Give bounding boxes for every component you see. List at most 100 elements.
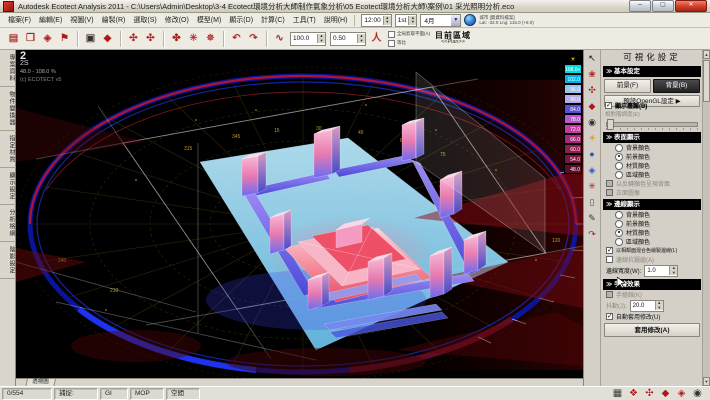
surface-material-color-radio[interactable]: [615, 162, 623, 170]
jitter-spinner[interactable]: 20.0▲▼: [630, 300, 664, 312]
month-dropdown[interactable]: 4月 ▼: [420, 14, 461, 27]
maximize-button[interactable]: ▢: [652, 0, 674, 12]
object-tools-icon[interactable]: ✳: [186, 31, 201, 46]
spin-model-icon[interactable]: ✣: [586, 84, 599, 97]
burst-effect-icon[interactable]: ✳: [586, 180, 599, 193]
panel-scrollbar[interactable]: ▲ ▼: [702, 50, 710, 386]
tab-project-info[interactable]: 專案資料: [0, 50, 16, 87]
mop-toggle[interactable]: MOP: [130, 388, 164, 400]
menu-modify[interactable]: 修改(O): [161, 14, 193, 26]
tab-display-settings[interactable]: 顯示設定: [0, 168, 16, 205]
edge-zone-color-radio[interactable]: [615, 238, 623, 246]
person-icon[interactable]: 人: [369, 31, 384, 46]
analysis-tools-icon[interactable]: ✵: [203, 31, 218, 46]
axonometric-view-icon[interactable]: ❖: [627, 387, 640, 400]
menu-file[interactable]: 檔案(F): [4, 14, 35, 26]
surface-zone-color-radio[interactable]: [615, 171, 623, 179]
edge-bg-color-radio[interactable]: [615, 211, 623, 219]
redo-icon[interactable]: ↷: [246, 31, 261, 46]
scale-spinner[interactable]: 100.0 ▲▼: [290, 32, 326, 46]
surface-bg-color-radio[interactable]: [615, 144, 623, 152]
section-basic-settings[interactable]: 基本設定: [603, 66, 701, 77]
menu-model[interactable]: 模型(M): [193, 14, 226, 26]
rotate-right-icon[interactable]: ✣: [143, 31, 158, 46]
tab-assign-materials[interactable]: 指定材質: [0, 131, 16, 168]
background-button[interactable]: 背景(B): [653, 79, 700, 93]
escape-tool-icon[interactable]: ∿: [272, 31, 287, 46]
time-value[interactable]: 12:00: [362, 17, 382, 24]
current-zone-selector[interactable]: 目前區域 <<Plan>>: [435, 32, 471, 46]
grid-display-icon[interactable]: ▦: [611, 387, 624, 400]
tab-object-transform[interactable]: 物件變換器: [0, 87, 16, 131]
front-image-checkbox[interactable]: [606, 189, 613, 196]
eye-visibility-icon[interactable]: ◉: [586, 116, 599, 129]
print-icon[interactable]: ⚑: [57, 31, 72, 46]
foreground-button[interactable]: 前景(F): [604, 79, 651, 93]
menu-display[interactable]: 顯示(D): [225, 14, 257, 26]
time-spin-arrows[interactable]: ▲▼: [383, 16, 391, 25]
scale-value[interactable]: 100.0: [291, 35, 317, 42]
edge-fg-color-radio[interactable]: [615, 220, 623, 228]
export-view-icon[interactable]: ↷: [586, 228, 599, 241]
menu-select[interactable]: 選取(S): [129, 14, 160, 26]
sun-light-icon[interactable]: ☀: [586, 132, 599, 145]
sketchy-lines-checkbox[interactable]: [606, 291, 613, 298]
rotate-left-icon[interactable]: ✣: [126, 31, 141, 46]
day-value[interactable]: 1st: [396, 17, 409, 24]
section-edge-display[interactable]: 邊線顯示: [603, 199, 701, 210]
day-spinner[interactable]: 1st ▲▼: [395, 14, 418, 27]
menu-help[interactable]: 說明(H): [320, 14, 352, 26]
month-dropdown-arrow[interactable]: ▼: [451, 15, 460, 26]
ratio-checkbox[interactable]: [388, 40, 395, 47]
month-value[interactable]: 4月: [421, 15, 451, 25]
menu-view[interactable]: 視圖(V): [66, 14, 97, 26]
auto-apply-checkbox[interactable]: [606, 313, 613, 320]
camera-snapshot-icon[interactable]: ◉: [691, 387, 704, 400]
apply-changes-button[interactable]: 套用修改(A): [604, 323, 700, 337]
open-file-icon[interactable]: ❒: [23, 31, 38, 46]
sun-path-3d-scene[interactable]: 315 345 15 30 45 60 75 120 210 240: [16, 50, 583, 378]
edge-material-color-radio[interactable]: [615, 229, 623, 237]
display-mode-icon[interactable]: ▣: [83, 31, 98, 46]
menu-tools[interactable]: 工具(T): [289, 14, 320, 26]
surface-fg-color-radio[interactable]: [615, 153, 623, 161]
menu-edit[interactable]: 編輯(E): [35, 14, 66, 26]
diamond-display-icon[interactable]: ◈: [586, 164, 599, 177]
tab-analysis-grid[interactable]: 分析格網: [0, 205, 16, 242]
gem-material-icon[interactable]: ◆: [586, 100, 599, 113]
day-spin-arrows[interactable]: ▲▼: [408, 16, 416, 25]
menu-calculate[interactable]: 計算(C): [257, 14, 289, 26]
close-button[interactable]: ✕: [675, 0, 707, 12]
blend-edges-checkbox[interactable]: [606, 247, 613, 254]
pen-annotate-icon[interactable]: ✎: [586, 212, 599, 225]
section-surface-display[interactable]: 表面顯示: [603, 132, 701, 143]
zone-value[interactable]: <<Plan>>: [441, 39, 465, 46]
material-icon[interactable]: ◆: [100, 31, 115, 46]
trash-icon[interactable]: ▯: [586, 196, 599, 209]
contrast-slider[interactable]: [606, 119, 698, 130]
grid-spinner[interactable]: 0.50 ▲▼: [330, 32, 366, 46]
zone-tools-icon[interactable]: ✤: [169, 31, 184, 46]
undo-icon[interactable]: ↶: [229, 31, 244, 46]
grid-toggle[interactable]: GI: [100, 388, 128, 400]
edge-width-spinner[interactable]: 1.0▲▼: [644, 265, 678, 277]
edge-antialias-checkbox[interactable]: [606, 256, 613, 263]
menu-draw[interactable]: 繪製(R): [98, 14, 130, 26]
grid-value[interactable]: 0.50: [331, 35, 357, 42]
tab-shadow-settings[interactable]: 陰影設定: [0, 242, 16, 279]
render-view-icon[interactable]: ◈: [675, 387, 688, 400]
clip-plane-checkbox[interactable]: [388, 31, 395, 38]
scroll-thumb[interactable]: [703, 60, 710, 102]
backface-reverse-checkbox[interactable]: [606, 180, 613, 187]
new-file-icon[interactable]: ▤: [6, 31, 21, 46]
show-edges-checkbox[interactable]: [605, 102, 612, 109]
viewport-3d[interactable]: 315 345 15 30 45 60 75 120 210 240: [16, 50, 583, 378]
scroll-up-arrow[interactable]: ▲: [703, 50, 710, 59]
time-spinner[interactable]: 12:00 ▲▼: [361, 14, 391, 27]
orbit-view-icon[interactable]: ✣: [643, 387, 656, 400]
globe-icon[interactable]: [464, 14, 476, 26]
scroll-down-arrow[interactable]: ▼: [703, 377, 710, 386]
select-cursor-icon[interactable]: ↖: [586, 52, 599, 65]
render-brush-icon[interactable]: ❀: [586, 68, 599, 81]
model-view-icon[interactable]: ◆: [659, 387, 672, 400]
